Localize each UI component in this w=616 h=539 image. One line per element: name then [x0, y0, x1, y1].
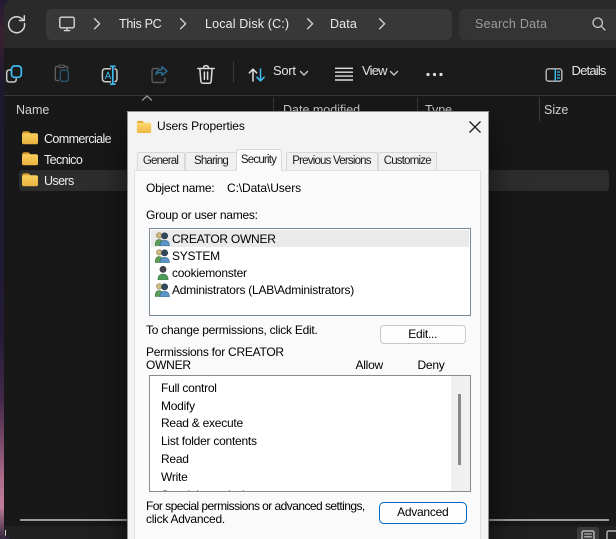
svg-text:A: A	[105, 71, 112, 82]
